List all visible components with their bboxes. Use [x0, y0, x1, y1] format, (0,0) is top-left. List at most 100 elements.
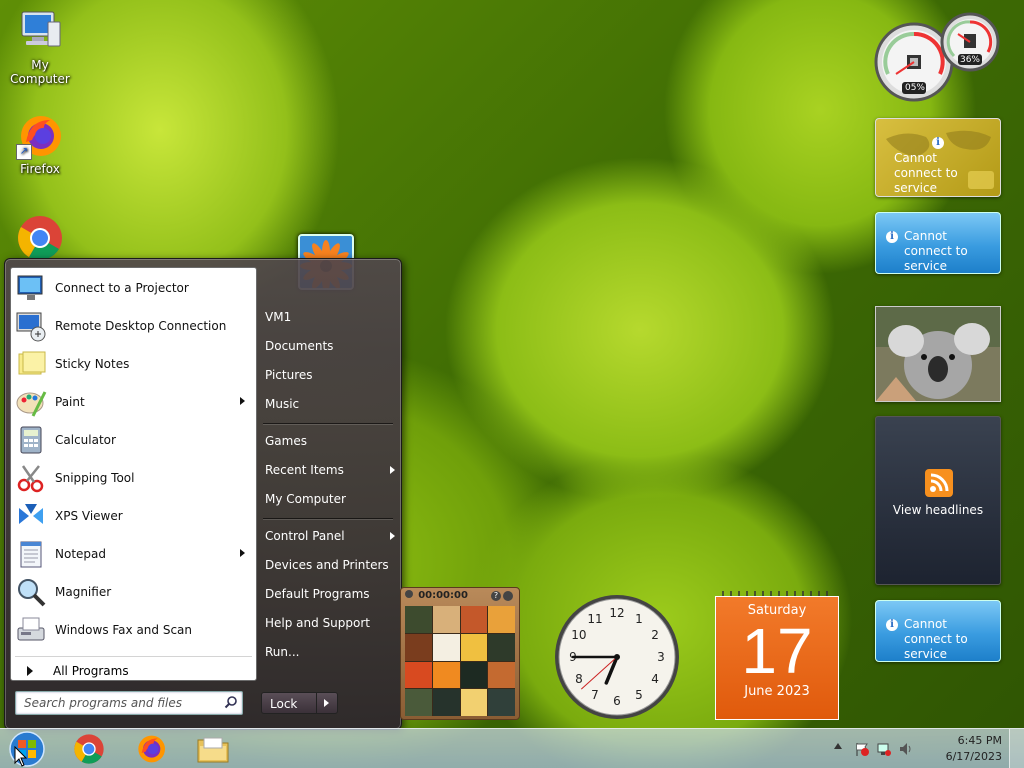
action-center-flag-icon[interactable]	[854, 741, 870, 757]
folder-icon	[197, 737, 229, 763]
puzzle-header: 00:00:00 ?	[405, 590, 515, 604]
program-windows-fax-and-scan[interactable]: Windows Fax and Scan	[15, 613, 251, 647]
view-headlines-label[interactable]: View headlines	[876, 503, 1000, 517]
stocks-status: Cannot connect to service	[904, 617, 968, 661]
program-sticky-notes[interactable]: Sticky Notes	[15, 347, 251, 381]
arrow-right-icon	[324, 699, 329, 707]
volume-icon[interactable]	[898, 741, 914, 757]
puzzle-tile[interactable]	[432, 633, 460, 661]
fax-icon	[17, 617, 45, 641]
scissors-icon	[17, 465, 44, 493]
puzzle-grid	[405, 606, 515, 716]
desktop-icon-label: Firefox	[20, 162, 60, 176]
start-item-my-computer[interactable]: My Computer	[259, 487, 403, 511]
taskbar-explorer-button[interactable]	[186, 731, 240, 767]
chrome-icon	[16, 214, 64, 262]
all-programs-button[interactable]: All Programs	[15, 660, 251, 682]
puzzle-tile[interactable]	[460, 633, 488, 661]
start-item-recent-items[interactable]: Recent Items	[259, 458, 403, 482]
timer-icon	[405, 590, 413, 598]
puzzle-tile[interactable]	[460, 689, 488, 716]
start-item-control-panel[interactable]: Control Panel	[259, 524, 403, 548]
desktop-icon-chrome[interactable]	[0, 214, 80, 264]
start-item-pictures[interactable]: Pictures	[259, 363, 403, 387]
program-paint[interactable]: Paint	[15, 385, 251, 419]
desktop: My Computer ↗ Firefox Connect to a Proje…	[0, 0, 1024, 768]
puzzle-tile[interactable]	[432, 606, 460, 633]
start-item-label: Recent Items	[265, 463, 344, 477]
taskbar-clock[interactable]: 6:45 PM 6/17/2023	[946, 733, 1002, 765]
weather-gadget[interactable]: i Cannot connect to service	[875, 118, 1001, 197]
puzzle-tile[interactable]	[405, 661, 432, 689]
sticky-notes-icon	[18, 351, 46, 375]
shuffle-icon[interactable]	[503, 591, 513, 601]
start-item-help-and-support[interactable]: Help and Support	[259, 611, 403, 635]
chrome-icon	[74, 734, 104, 764]
currency-status: Cannot connect to service	[904, 229, 968, 273]
start-item-run[interactable]: Run...	[259, 640, 403, 664]
desktop-icon-firefox[interactable]: ↗ Firefox	[0, 112, 80, 176]
start-item-label: VM1	[265, 310, 292, 324]
search-input[interactable]	[22, 694, 216, 712]
program-notepad[interactable]: Notepad	[15, 537, 251, 571]
start-search-box[interactable]	[15, 691, 243, 715]
program-label: Connect to a Projector	[55, 281, 189, 295]
puzzle-tile[interactable]	[405, 606, 432, 633]
start-item-documents[interactable]: Documents	[259, 334, 403, 358]
shutdown-options-button[interactable]	[317, 692, 338, 714]
program-magnifier[interactable]: Magnifier	[15, 575, 251, 609]
clock-numeral: 6	[613, 694, 621, 708]
taskbar-time: 6:45 PM	[957, 734, 1002, 747]
program-xps-viewer[interactable]: XPS Viewer	[15, 499, 251, 533]
start-item-games[interactable]: Games	[259, 429, 403, 453]
lock-button[interactable]: Lock	[261, 692, 317, 714]
clock-gadget[interactable]: 123456789101112	[554, 594, 680, 720]
program-label: Calculator	[55, 433, 116, 447]
taskbar-firefox-button[interactable]	[124, 731, 178, 767]
program-snipping-tool[interactable]: Snipping Tool	[15, 461, 251, 495]
program-remote-desktop-connection[interactable]: Remote Desktop Connection	[15, 309, 251, 343]
search-icon[interactable]	[224, 695, 238, 709]
help-icon[interactable]: ?	[491, 591, 501, 601]
picture-puzzle-gadget[interactable]: 00:00:00 ?	[400, 587, 520, 720]
taskbar-chrome-button[interactable]	[62, 731, 116, 767]
puzzle-tile[interactable]	[488, 689, 515, 716]
calendar-gadget[interactable]: Saturday 17 June 2023	[715, 588, 839, 720]
currency-gadget[interactable]: i Cannot connect to service	[875, 212, 1001, 274]
stocks-gadget[interactable]: i Cannot connect to service	[875, 600, 1001, 662]
network-icon[interactable]	[876, 741, 892, 757]
puzzle-tile[interactable]	[488, 606, 515, 633]
start-item-label: My Computer	[265, 492, 346, 506]
start-item-music[interactable]: Music	[259, 392, 403, 416]
puzzle-tile[interactable]	[432, 661, 460, 689]
desktop-icon-my-computer[interactable]: My Computer	[0, 8, 80, 86]
separator	[15, 656, 252, 657]
start-item-label: Pictures	[265, 368, 313, 382]
program-label: Windows Fax and Scan	[55, 623, 193, 637]
program-label: Sticky Notes	[55, 357, 130, 371]
cpu-meter-gadget[interactable]: 05% 36%	[874, 8, 1000, 102]
puzzle-tile[interactable]	[432, 689, 460, 716]
puzzle-tile[interactable]	[460, 661, 488, 689]
start-item-devices-and-printers[interactable]: Devices and Printers	[259, 553, 403, 577]
feed-headlines-gadget[interactable]: View headlines	[875, 416, 1001, 585]
puzzle-tile[interactable]	[488, 633, 515, 661]
puzzle-tile[interactable]	[405, 633, 432, 661]
puzzle-tile[interactable]	[405, 689, 432, 716]
puzzle-tile[interactable]	[460, 606, 488, 633]
calculator-icon	[20, 426, 42, 454]
clock-numeral: 3	[657, 650, 665, 664]
clock-numeral: 8	[575, 672, 583, 686]
all-programs-label: All Programs	[53, 664, 129, 678]
start-item-label: Run...	[265, 645, 300, 659]
slideshow-gadget[interactable]	[875, 306, 1001, 402]
clock-numeral: 2	[651, 628, 659, 642]
show-hidden-icons-icon[interactable]	[834, 743, 842, 749]
show-desktop-button[interactable]	[1009, 729, 1024, 768]
program-calculator[interactable]: Calculator	[15, 423, 251, 457]
start-item-default-programs[interactable]: Default Programs	[259, 582, 403, 606]
puzzle-tile[interactable]	[488, 661, 515, 689]
program-connect-to-projector[interactable]: Connect to a Projector	[15, 271, 251, 305]
info-icon: i	[886, 619, 898, 631]
start-item-vm1[interactable]: VM1	[259, 305, 403, 329]
